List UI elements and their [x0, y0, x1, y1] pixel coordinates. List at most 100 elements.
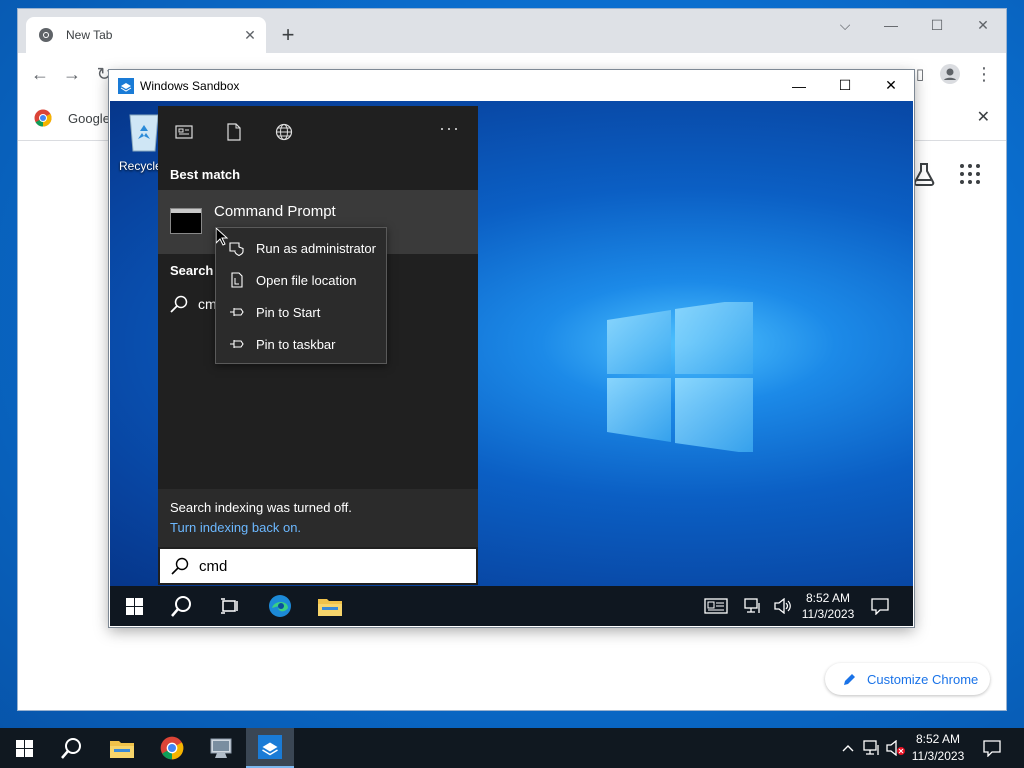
sandbox-title: Windows Sandbox — [140, 78, 240, 93]
tab-search-icon[interactable]: ⌵ — [822, 9, 868, 41]
volume-button[interactable] — [884, 728, 908, 768]
windows-sandbox-button[interactable] — [246, 728, 294, 768]
more-options-icon[interactable]: ··· — [439, 118, 460, 139]
chrome-titlebar: New Tab ✕ + ⌵ — ☐ ✕ — [18, 9, 1006, 53]
google-apps-icon[interactable] — [960, 164, 980, 184]
web-search-result[interactable]: cm — [170, 295, 217, 313]
chevron-up-icon — [842, 745, 854, 752]
command-prompt-icon — [170, 208, 202, 234]
sandbox-date: 11/3/2023 — [801, 607, 855, 621]
shield-icon — [229, 242, 244, 256]
sandbox-logo-icon — [258, 735, 282, 759]
chrome-tab-icon — [39, 28, 53, 42]
sandbox-edge-button[interactable] — [256, 586, 304, 626]
sandbox-close-icon[interactable]: ✕ — [868, 70, 914, 101]
file-explorer-icon — [318, 599, 342, 616]
labs-flask-icon[interactable] — [911, 161, 937, 187]
bookmark-google[interactable]: Google — [34, 109, 110, 127]
computer-app-icon — [210, 738, 232, 758]
indexing-link[interactable]: Turn indexing back on. — [170, 520, 301, 535]
start-button[interactable] — [0, 728, 48, 768]
minimize-icon[interactable]: — — [868, 9, 914, 41]
search-icon — [61, 738, 81, 759]
best-match-heading: Best match — [170, 167, 241, 182]
menu-item-label: Run as administrator — [256, 240, 376, 256]
search-icon — [171, 557, 189, 575]
search-filter-bar: ··· — [158, 106, 478, 158]
sandbox-volume-button[interactable] — [766, 586, 800, 626]
host-clock[interactable]: 8:52 AM 11/3/2023 — [908, 731, 968, 765]
menu-icon[interactable]: ⋮ — [972, 62, 996, 86]
network-icon — [744, 598, 760, 613]
pencil-icon — [844, 674, 855, 685]
host-time: 8:52 AM — [915, 732, 961, 746]
host-taskbar: 8:52 AM 11/3/2023 — [0, 728, 1024, 768]
indexing-message: Search indexing was turned off. — [170, 500, 352, 515]
forward-icon[interactable]: → — [60, 62, 84, 86]
customize-label: Customize Chrome — [867, 671, 979, 687]
pin-icon — [230, 340, 244, 348]
tab-close-icon[interactable]: ✕ — [238, 23, 262, 47]
sandbox-news-button[interactable] — [692, 586, 740, 626]
volume-icon — [774, 598, 791, 614]
result-title: Command Prompt — [214, 203, 336, 220]
sandbox-task-view-button[interactable] — [206, 586, 254, 626]
sandbox-start-button[interactable] — [110, 586, 158, 626]
chrome-logo-icon — [34, 109, 52, 127]
maximize-icon[interactable]: ☐ — [914, 9, 960, 41]
chrome-logo-icon — [160, 736, 184, 760]
sandbox-clock[interactable]: 8:52 AM 11/3/2023 — [800, 590, 856, 622]
dismiss-icon[interactable]: ✕ — [977, 107, 990, 127]
new-tab-button[interactable]: + — [276, 23, 300, 47]
sandbox-logo-icon — [118, 77, 134, 94]
recycle-bin-label: Recycle — [119, 159, 162, 173]
tab-title: New Tab — [66, 28, 113, 42]
volume-muted-icon — [886, 740, 905, 756]
apps-filter-icon[interactable] — [175, 123, 193, 141]
search-web-heading: Search t — [170, 263, 222, 278]
chrome-button[interactable] — [148, 728, 196, 768]
host-date: 11/3/2023 — [911, 749, 965, 763]
documents-filter-icon[interactable] — [225, 123, 243, 141]
sandbox-explorer-button[interactable] — [306, 586, 354, 626]
search-input[interactable]: cmd — [158, 547, 478, 585]
notification-icon — [871, 597, 889, 615]
customize-chrome-button[interactable]: Customize Chrome — [825, 663, 990, 695]
sandbox-time: 8:52 AM — [805, 591, 851, 605]
mouse-cursor — [216, 228, 228, 246]
app-button[interactable] — [197, 728, 245, 768]
menu-item-label: Pin to Start — [256, 304, 321, 320]
task-view-icon — [221, 598, 238, 614]
sandbox-action-center-button[interactable] — [856, 586, 904, 626]
sandbox-taskbar: 8:52 AM 11/3/2023 — [110, 586, 913, 626]
notification-icon — [983, 739, 1001, 757]
windows-start-icon — [125, 597, 143, 615]
windows-start-icon — [15, 739, 33, 757]
profile-icon[interactable] — [938, 62, 962, 86]
indexing-notice: Search indexing was turned off. Turn ind… — [158, 489, 478, 547]
action-center-button[interactable] — [968, 728, 1016, 768]
close-icon[interactable]: ✕ — [960, 9, 1006, 41]
sandbox-minimize-icon[interactable]: — — [776, 70, 822, 101]
network-icon — [863, 740, 879, 755]
sandbox-search-button[interactable] — [158, 586, 206, 626]
search-button[interactable] — [48, 728, 96, 768]
show-hidden-icons[interactable] — [836, 728, 860, 768]
back-icon[interactable]: ← — [28, 62, 52, 86]
menu-item-pin-to-taskbar[interactable]: Pin to taskbar — [216, 328, 386, 360]
sandbox-network-button[interactable] — [736, 586, 770, 626]
menu-item-run-as-administrator[interactable]: Run as administrator — [216, 232, 386, 264]
news-icon — [704, 598, 728, 614]
menu-item-pin-to-start[interactable]: Pin to Start — [216, 296, 386, 328]
sandbox-maximize-icon[interactable]: ☐ — [822, 70, 868, 101]
search-icon — [170, 295, 188, 313]
menu-item-open-file-location[interactable]: Open file location — [216, 264, 386, 296]
web-query: cm — [198, 296, 217, 312]
tab-new-tab[interactable]: New Tab ✕ — [26, 17, 266, 53]
web-filter-icon[interactable] — [275, 123, 293, 141]
network-button[interactable] — [860, 728, 884, 768]
file-explorer-icon — [110, 741, 134, 758]
chrome-window-controls: ⌵ — ☐ ✕ — [822, 9, 1006, 41]
windows-logo-wallpaper — [607, 302, 753, 452]
file-explorer-button[interactable] — [98, 728, 146, 768]
